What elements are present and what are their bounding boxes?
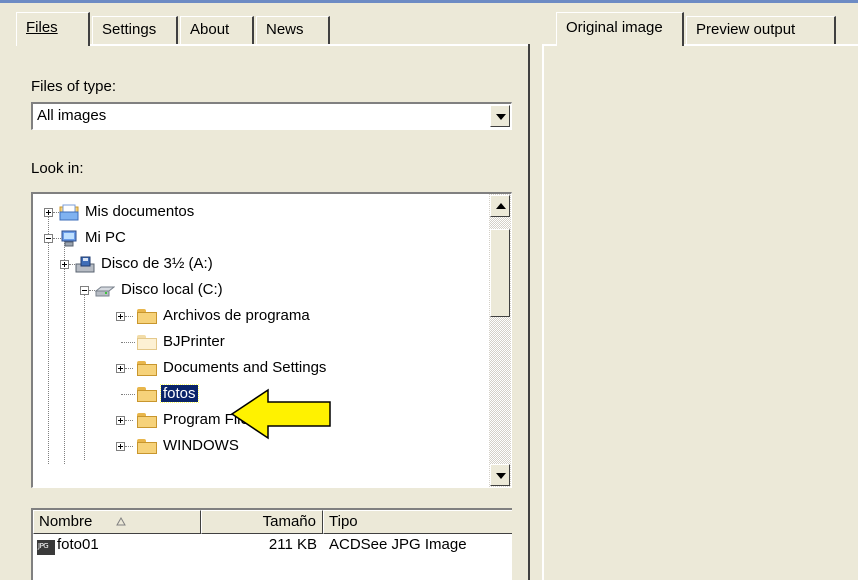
file-list[interactable]: Nombre Tamaño Tipo JPG foto01 211 KB ACD… xyxy=(31,508,512,580)
tree-node-mis-documentos[interactable]: Mis documentos xyxy=(33,200,473,226)
expand-icon[interactable] xyxy=(116,364,125,373)
right-panel-left-edge xyxy=(542,44,544,580)
folder-icon xyxy=(137,361,157,376)
expand-icon[interactable] xyxy=(116,442,125,451)
tab-news[interactable]: News xyxy=(256,16,330,44)
tab-about[interactable]: About xyxy=(180,16,254,44)
sort-ascending-icon xyxy=(116,517,126,526)
files-of-type-select[interactable]: All images xyxy=(31,102,512,130)
jpg-file-icon: JPG xyxy=(37,540,55,555)
tab-settings-label: Settings xyxy=(102,21,157,38)
window-top-edge xyxy=(0,0,858,3)
dropdown-button[interactable] xyxy=(490,105,510,127)
collapse-icon[interactable] xyxy=(44,234,53,243)
left-panel-right-edge xyxy=(528,44,530,580)
files-of-type-label: Files of type: xyxy=(31,78,117,95)
tab-news-label: News xyxy=(266,21,304,38)
tree-node-mi-pc[interactable]: Mi PC xyxy=(33,226,473,252)
yellow-arrow-icon xyxy=(230,388,331,440)
folder-icon xyxy=(137,413,157,428)
tree-scrollbar[interactable] xyxy=(489,194,511,487)
column-header-tipo[interactable]: Tipo xyxy=(323,510,512,534)
tab-preview-output[interactable]: Preview output xyxy=(686,16,836,44)
left-panel-top-edge xyxy=(90,44,530,46)
chevron-down-icon xyxy=(496,473,506,479)
tab-files-label: Files xyxy=(26,19,58,36)
expand-icon[interactable] xyxy=(60,260,69,269)
folder-icon xyxy=(137,309,157,324)
scroll-thumb[interactable] xyxy=(490,229,510,317)
tab-preview-output-label: Preview output xyxy=(696,21,796,38)
chevron-down-icon xyxy=(496,114,506,120)
tree-node-archivos-de-programa[interactable]: Archivos de programa xyxy=(33,304,473,330)
scroll-down-button[interactable] xyxy=(490,464,510,486)
my-computer-icon xyxy=(61,230,77,247)
hard-drive-icon xyxy=(95,286,115,297)
tab-original-image[interactable]: Original image xyxy=(556,12,684,46)
floppy-drive-icon xyxy=(75,256,95,273)
right-panel-top-edge xyxy=(684,44,858,46)
expand-icon[interactable] xyxy=(44,208,53,217)
collapse-icon[interactable] xyxy=(80,286,89,295)
my-documents-icon xyxy=(59,204,79,221)
tab-settings[interactable]: Settings xyxy=(92,16,178,44)
tab-original-image-label: Original image xyxy=(566,19,663,36)
tree-node-documents-and-settings[interactable]: Documents and Settings xyxy=(33,356,473,382)
expand-icon[interactable] xyxy=(116,312,125,321)
files-of-type-value: All images xyxy=(37,107,107,124)
tab-files[interactable]: Files xyxy=(16,12,90,46)
tab-about-label: About xyxy=(190,21,230,38)
look-in-label: Look in: xyxy=(31,160,84,177)
column-header-tamano[interactable]: Tamaño xyxy=(201,510,323,534)
file-size: 211 KB xyxy=(268,536,317,553)
folder-icon xyxy=(137,335,157,350)
expand-icon[interactable] xyxy=(116,416,125,425)
tree-node-bjprinter[interactable]: BJPrinter xyxy=(33,330,473,356)
right-panel-top-edge-left xyxy=(542,44,556,46)
file-name[interactable]: foto01 xyxy=(57,536,99,558)
scroll-up-button[interactable] xyxy=(490,195,510,217)
chevron-up-icon xyxy=(496,203,506,209)
tree-node-disco-c[interactable]: Disco local (C:) xyxy=(33,278,473,304)
folder-icon xyxy=(137,439,157,454)
file-type: ACDSee JPG Image xyxy=(329,536,467,553)
folder-tree[interactable]: Mis documentos Mi PC Disco de 3½ (A:) Di… xyxy=(31,192,512,488)
folder-open-icon xyxy=(137,387,157,402)
column-header-nombre[interactable]: Nombre xyxy=(33,510,201,534)
tree-node-disco-a[interactable]: Disco de 3½ (A:) xyxy=(33,252,473,278)
